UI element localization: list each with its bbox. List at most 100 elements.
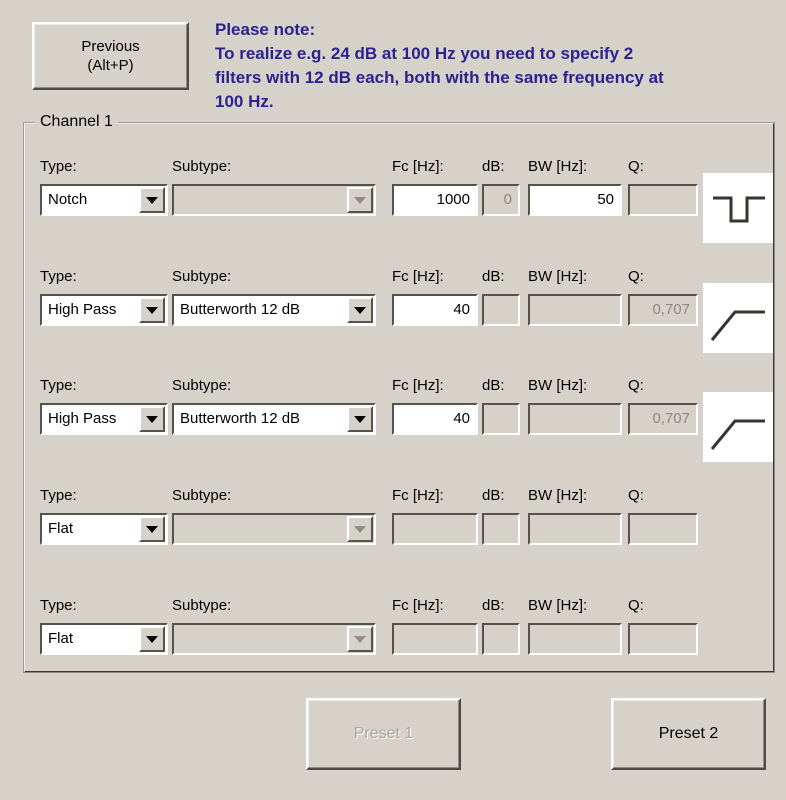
label-type: Type: [40,268,77,285]
filter-type-select[interactable]: Flat [40,623,168,655]
chevron-down-icon[interactable] [139,297,165,323]
db-input[interactable] [482,294,520,326]
filter-subtype-select[interactable] [172,513,376,545]
q-input[interactable] [628,184,698,216]
filter-row: Type: Subtype: Fc [Hz]: dB: BW [Hz]: Q: Flat [0,597,786,707]
label-fc: Fc [Hz]: [392,487,444,504]
note-heading: Please note: [215,20,316,39]
chevron-down-icon[interactable] [347,297,373,323]
q-input[interactable]: 0,707 [628,403,698,435]
filter-subtype-select-value: Butterworth 12 dB [180,301,301,318]
filter-row: Type: Subtype: Fc [Hz]: dB: BW [Hz]: Q: Notch 1… [0,158,786,268]
note-text: Please note: To realize e.g. 24 dB at 10… [215,18,785,114]
fc-input-value: 1000 [436,191,470,208]
filter-type-select[interactable]: High Pass [40,403,168,435]
filter-type-select[interactable]: Flat [40,513,168,545]
filter-type-select-value: High Pass [48,301,117,318]
label-q: Q: [628,268,644,285]
q-input[interactable] [628,623,698,655]
label-db: dB: [482,268,505,285]
fc-input[interactable]: 40 [392,294,478,326]
label-subtype: Subtype: [172,487,232,504]
chevron-down-icon[interactable] [139,516,165,542]
label-fc: Fc [Hz]: [392,377,444,394]
label-q: Q: [628,597,644,614]
label-db: dB: [482,487,505,504]
filter-subtype-select[interactable] [172,623,376,655]
q-input-value: 0,707 [652,301,690,318]
filter-subtype-select[interactable] [172,184,376,216]
db-input[interactable] [482,403,520,435]
chevron-down-icon[interactable] [347,516,373,542]
preset-2-button[interactable]: Preset 2 [611,698,766,770]
filter-type-select[interactable]: High Pass [40,294,168,326]
filter-type-select-value: Flat [48,520,74,537]
label-fc: Fc [Hz]: [392,597,444,614]
label-fc: Fc [Hz]: [392,158,444,175]
bw-input[interactable] [528,403,622,435]
chevron-down-icon[interactable] [347,626,373,652]
chevron-down-icon[interactable] [139,406,165,432]
filter-type-select[interactable]: Notch [40,184,168,216]
q-input[interactable]: 0,707 [628,294,698,326]
label-db: dB: [482,158,505,175]
label-subtype: Subtype: [172,597,232,614]
label-bw: BW [Hz]: [528,377,588,394]
label-bw: BW [Hz]: [528,597,588,614]
label-type: Type: [40,597,77,614]
preset-1-button[interactable]: Preset 1 [306,698,461,770]
chevron-down-icon[interactable] [139,626,165,652]
note-line-3: 100 Hz. [215,92,274,111]
filter-type-select-value: Notch [48,191,88,208]
preset-1-label: Preset 1 [353,725,414,742]
filter-row: Type: Subtype: Fc [Hz]: dB: BW [Hz]: Q: High P… [0,377,786,487]
filter-subtype-select-value: Butterworth 12 dB [180,410,301,427]
label-type: Type: [40,487,77,504]
label-q: Q: [628,487,644,504]
chevron-down-icon[interactable] [347,187,373,213]
label-q: Q: [628,158,644,175]
note-line-1: To realize e.g. 24 dB at 100 Hz you need… [215,44,634,63]
label-bw: BW [Hz]: [528,268,588,285]
q-input-value: 0,707 [652,410,690,427]
filter-type-select-value: Flat [48,630,74,647]
preset-2-label: Preset 2 [658,725,719,742]
filter-subtype-select[interactable]: Butterworth 12 dB [172,294,376,326]
db-input[interactable]: 0 [482,184,520,216]
fc-input[interactable]: 1000 [392,184,478,216]
bw-input[interactable] [528,513,622,545]
filter-subtype-select[interactable]: Butterworth 12 dB [172,403,376,435]
chevron-down-icon[interactable] [139,187,165,213]
label-db: dB: [482,377,505,394]
label-bw: BW [Hz]: [528,487,588,504]
chevron-down-icon[interactable] [347,406,373,432]
fc-input[interactable]: 40 [392,403,478,435]
bw-input[interactable] [528,623,622,655]
channel-groupbox-label: Channel 1 [35,112,118,132]
previous-button[interactable]: Previous (Alt+P) [32,22,189,90]
highpass-response-icon [703,283,773,353]
previous-button-shortcut: (Alt+P) [87,57,134,74]
fc-input[interactable] [392,623,478,655]
label-bw: BW [Hz]: [528,158,588,175]
fc-input-value: 40 [453,301,470,318]
label-type: Type: [40,158,77,175]
db-input[interactable] [482,513,520,545]
highpass-response-icon [703,392,773,462]
note-line-2: filters with 12 dB each, both with the s… [215,68,664,87]
bw-input[interactable] [528,294,622,326]
db-input-value: 0 [503,191,512,208]
filter-row: Type: Subtype: Fc [Hz]: dB: BW [Hz]: Q: Flat [0,487,786,597]
label-db: dB: [482,597,505,614]
db-input[interactable] [482,623,520,655]
label-subtype: Subtype: [172,158,232,175]
label-subtype: Subtype: [172,377,232,394]
q-input[interactable] [628,513,698,545]
bw-input[interactable]: 50 [528,184,622,216]
fc-input[interactable] [392,513,478,545]
filter-type-select-value: High Pass [48,410,117,427]
fc-input-value: 40 [453,410,470,427]
label-fc: Fc [Hz]: [392,268,444,285]
label-q: Q: [628,377,644,394]
notch-response-icon [703,173,773,243]
